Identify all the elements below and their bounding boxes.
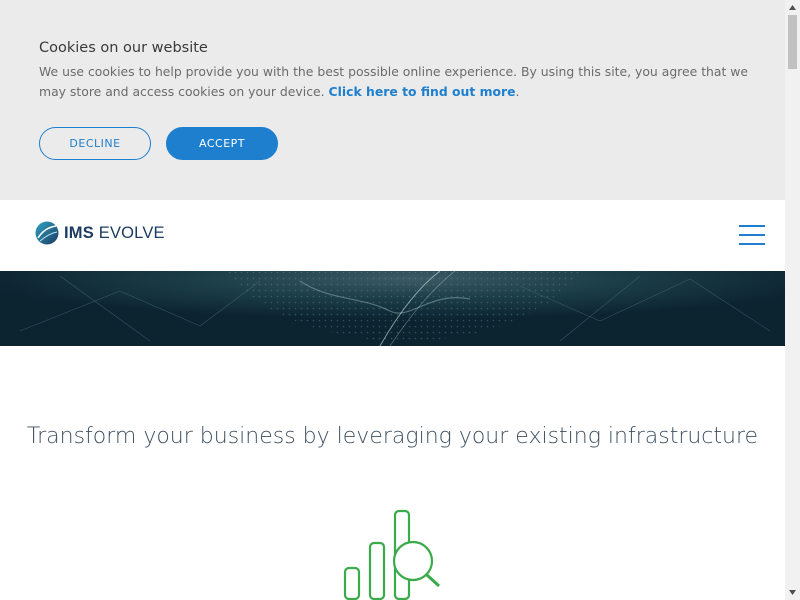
cookie-banner: Cookies on our website We use cookies to… — [0, 0, 785, 200]
cookie-banner-title: Cookies on our website — [39, 40, 208, 56]
scrollbar[interactable] — [785, 0, 800, 600]
globe-network-image — [0, 271, 785, 346]
cookie-banner-text: We use cookies to help provide you with … — [39, 64, 749, 99]
cookie-info-link[interactable]: Click here to find out more — [329, 84, 516, 99]
scroll-down-arrow-icon[interactable] — [785, 585, 800, 600]
decline-button[interactable]: DECLINE — [39, 127, 151, 160]
logo-wordmark: IMS EVOLVE — [64, 224, 165, 243]
bar-chart-magnifier-icon — [343, 509, 441, 600]
hamburger-menu-icon[interactable] — [739, 224, 766, 245]
hero-banner — [0, 271, 785, 346]
globe-logo-icon — [35, 221, 59, 245]
scroll-up-arrow-icon[interactable] — [785, 0, 800, 15]
scrollbar-thumb[interactable] — [788, 15, 797, 69]
page-headline: Transform your business by leveraging yo… — [26, 424, 759, 449]
logo-wordmark-light: EVOLVE — [98, 223, 165, 242]
logo-wordmark-bold: IMS — [64, 223, 94, 242]
ims-evolve-logo[interactable]: IMS EVOLVE — [35, 220, 165, 246]
page: Cookies on our website We use cookies to… — [0, 0, 785, 600]
site-header: IMS EVOLVE — [0, 200, 785, 271]
accept-button[interactable]: ACCEPT — [166, 127, 278, 160]
